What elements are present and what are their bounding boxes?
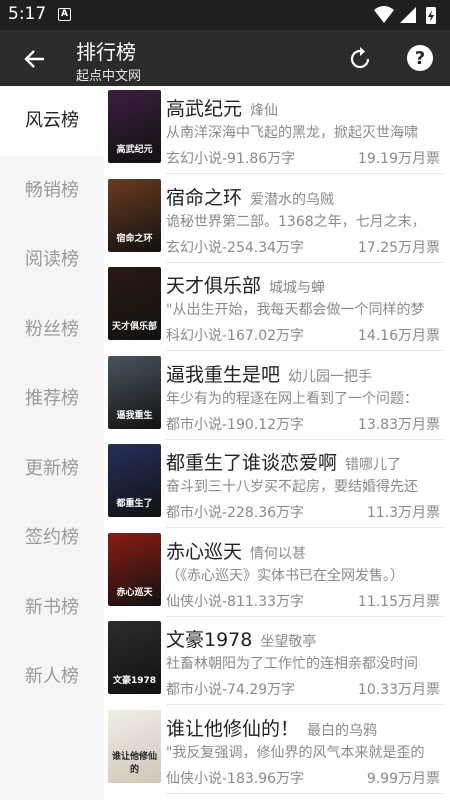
ranking-sidebar: 风云榜 畅销榜 阅读榜 粉丝榜 推荐榜 更新榜 签约榜 新书榜 新人榜 [0,86,104,800]
back-arrow-icon[interactable] [20,44,50,74]
book-cover: 文豪1978 [108,621,161,694]
book-author: 坐望敬亭 [260,634,317,650]
book-description: 奋斗到三十八岁买不起房，要结婚得先还 [166,479,418,495]
sidebar-tab[interactable]: 阅读榜 [0,225,104,295]
book-votes: 10.33万月票 [357,682,440,698]
book-cover: 逼我重生 [108,355,161,429]
book-votes: 14.16万月票 [357,328,440,344]
app-bar: 排行榜 起点中文网 ? [0,30,450,86]
book-votes: 19.19万月票 [357,151,440,167]
book-title-row: 天才俱乐部 城城与蝉 [166,271,325,298]
book-list-item[interactable]: 文豪1978 文豪1978 坐望敬亭社畜林朝阳为了工作忙的连相亲都没时间 都市小说-7… [104,617,450,705]
book-description: "从出生开始，我每天都会做一个同样的梦 [166,302,425,318]
book-cover: 赤心巡天 [108,532,161,606]
sidebar-tab[interactable]: 粉丝榜 [0,295,104,365]
sidebar-tab[interactable]: 新书榜 [0,573,104,643]
book-list-item[interactable]: 谁让他修仙的 谁让他修仙的！ 最白的乌鸦 "我反复强调，修仙界的风气本来就是歪的 仙侠小… [104,706,450,794]
book-author: 烽仙 [250,103,279,119]
book-title-row: 高武纪元 烽仙 [166,94,278,121]
sidebar-tab[interactable]: 风云榜 [0,86,104,156]
book-meta: 仙侠小说-183.96万字 [166,770,305,787]
cover-title: 文豪1978 [112,676,157,686]
signal-icon [400,7,416,23]
book-list-item[interactable]: 高武纪元 高武纪元 烽仙 从南洋深海中飞起的黑龙，掀起灭世海啸 玄幻小说-91.86万字… [104,86,450,174]
book-title: 高武纪元 [166,98,243,120]
sidebar-tab[interactable]: 畅销榜 [0,156,104,226]
book-title: 逼我重生是吧 [166,363,281,386]
book-title: 文豪1978 [166,629,253,651]
book-title-row: 赤心巡天 情何以甚 [166,537,306,564]
cover-title: 高武纪元 [116,145,153,155]
book-list-item[interactable]: 天才俱乐部 天才俱乐部 城城与蝉 "从出生开始，我每天都会做一个同样的梦 科幻小说-16… [104,263,450,351]
book-votes: 17.25万月票 [357,239,440,256]
divider [166,792,444,794]
book-cover: 天才俱乐部 [108,267,161,340]
sidebar-tab[interactable]: 签约榜 [0,503,104,573]
book-meta: 科幻小说-167.02万字 [166,328,305,344]
cover-title: 逼我重生 [116,410,153,421]
book-title-row: 都重生了谁谈恋爱啊 错哪儿了 [166,448,401,475]
wifi-icon [374,6,394,23]
page-subtitle: 起点中文网 [76,69,142,84]
book-meta: 玄幻小说-91.86万字 [166,151,296,167]
book-author: 城城与蝉 [269,280,326,296]
book-list-item[interactable]: 逼我重生 逼我重生是吧 幼儿园一把手年少有为的程逐在网上看到了一个问题： 都市小说-1… [104,352,450,440]
help-icon[interactable]: ? [404,42,436,74]
book-description: "我反复强调，修仙界的风气本来就是歪的 [166,744,425,761]
svg-text:?: ? [415,48,425,69]
status-icons [374,6,436,24]
book-description: 诡秘世界第二部。1368之年，七月之末， [166,213,426,230]
book-description: 从南洋深海中飞起的黑龙，掀起灭世海啸 [166,125,418,141]
book-author: 爱潜水的乌贼 [250,191,335,208]
book-description: 社畜林朝阳为了工作忙的连相亲都没时间 [166,656,418,672]
book-votes: 9.99万月票 [366,770,440,787]
book-author: 最白的乌鸦 [307,722,378,739]
book-title-row: 逼我重生是吧 幼儿园一把手 [166,360,372,387]
book-meta: 都市小说-74.29万字 [166,682,296,698]
status-time: 5:17 [8,4,47,24]
book-title: 谁让他修仙的！ [166,717,300,740]
book-list-item[interactable]: 宿命之环 宿命之环 爱潜水的乌贼 诡秘世界第二部。1368之年，七月之末， 玄幻小说-2… [104,175,450,263]
page-title: 排行榜 [76,40,136,64]
cover-title: 都重生了 [116,499,153,509]
book-votes: 13.83万月票 [357,416,440,433]
book-votes: 11.15万月票 [357,593,440,610]
book-author: 错哪儿了 [345,457,402,473]
book-cover: 都重生了 [108,444,161,517]
refresh-icon[interactable] [345,44,375,74]
book-title-row: 宿命之环 爱潜水的乌贼 [166,183,334,210]
book-votes: 11.3万月票 [366,505,440,521]
book-title-row: 文豪1978 坐望敬亭 [166,625,316,652]
sidebar-tab[interactable]: 推荐榜 [0,364,104,434]
cover-title: 宿命之环 [116,233,153,244]
book-meta: 都市小说-190.12万字 [166,416,305,433]
book-author: 幼儿园一把手 [288,368,373,385]
status-bar: 5:17 A [0,0,450,30]
book-title: 宿命之环 [166,186,243,209]
sidebar-tab[interactable]: 更新榜 [0,434,104,504]
book-title: 天才俱乐部 [166,275,262,297]
book-author: 情何以甚 [250,545,307,562]
cover-title: 天才俱乐部 [111,322,157,332]
book-meta: 玄幻小说-254.34万字 [166,239,305,256]
book-cover: 谁让他修仙的 [108,709,161,783]
book-title-row: 谁让他修仙的！ 最白的乌鸦 [166,714,377,741]
cover-title: 赤心巡天 [116,587,153,598]
book-cover: 宿命之环 [108,178,161,252]
book-meta: 仙侠小说-811.33万字 [166,593,305,610]
book-cover: 高武纪元 [108,90,161,163]
book-list-item[interactable]: 赤心巡天 赤心巡天 情何以甚 （《赤心巡天》实体书已在全网发售。） 仙侠小说-811.3… [104,529,450,617]
notification-icon: A [58,8,71,21]
book-title: 赤心巡天 [166,540,243,563]
book-title: 都重生了谁谈恋爱啊 [166,452,338,474]
book-description: 年少有为的程逐在网上看到了一个问题： [166,390,418,407]
sidebar-tab[interactable]: 新人榜 [0,642,104,712]
book-list-item[interactable]: 都重生了 都重生了谁谈恋爱啊 错哪儿了奋斗到三十八岁买不起房，要结婚得先还 都市小说-… [104,440,450,528]
book-meta: 都市小说-228.36万字 [166,505,305,521]
book-description: （《赤心巡天》实体书已在全网发售。） [166,567,404,584]
cover-title: 谁让他修仙的 [111,751,157,775]
book-list: 高武纪元 高武纪元 烽仙 从南洋深海中飞起的黑龙，掀起灭世海啸 玄幻小说-91.86万字… [104,86,450,800]
